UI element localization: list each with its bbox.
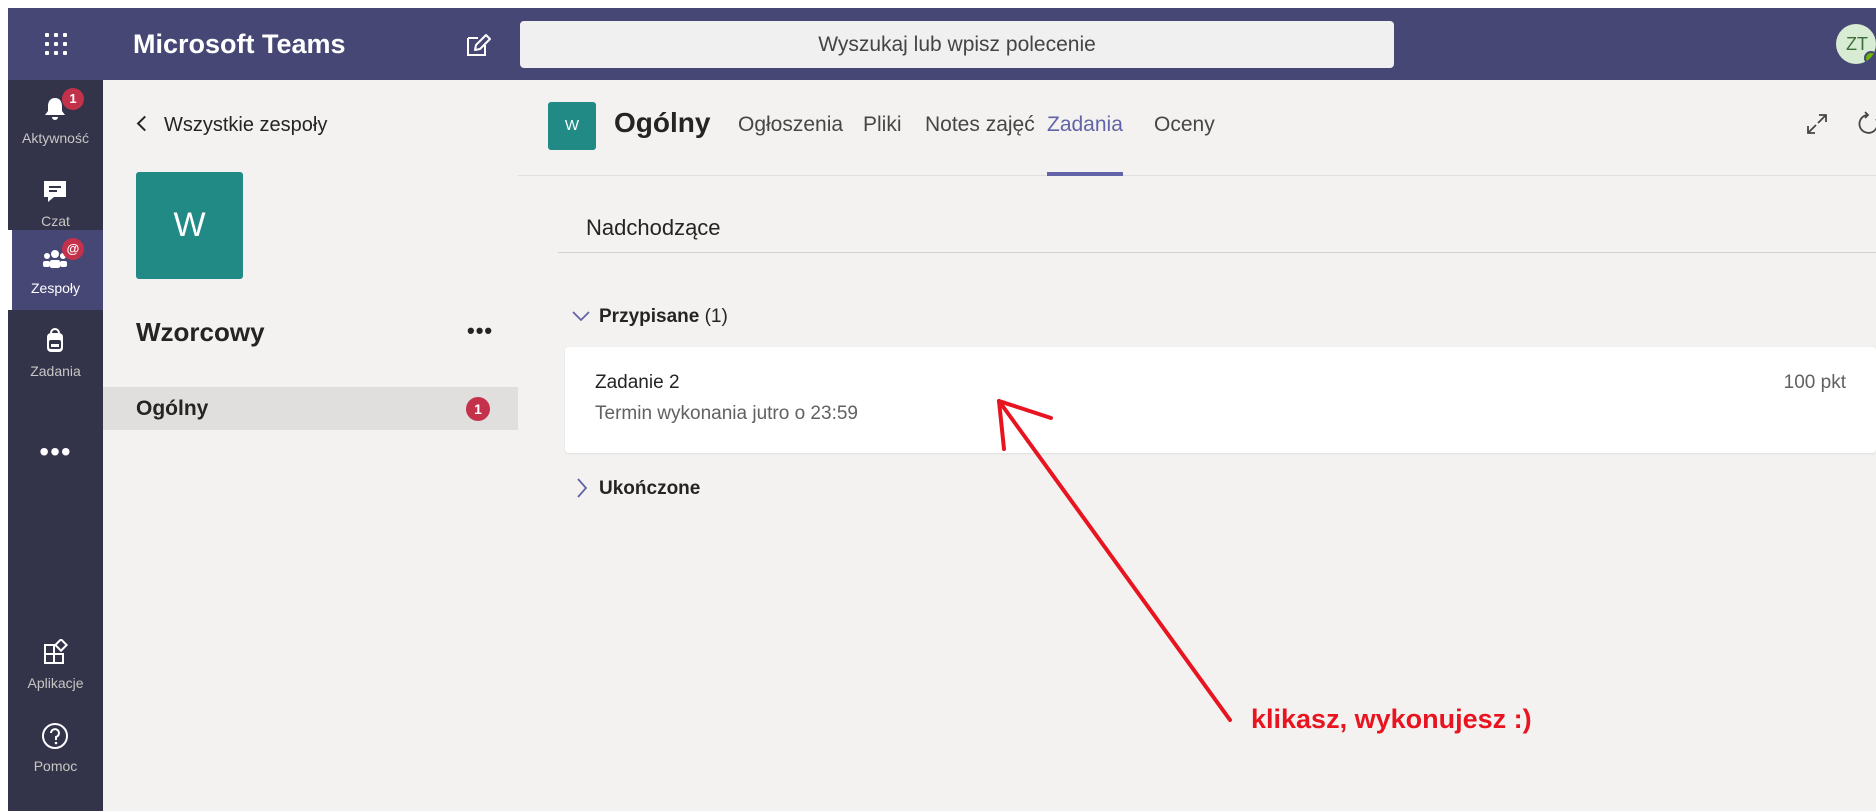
rail-item-activity[interactable]: 1 Aktywność: [8, 80, 103, 160]
rail-item-teams[interactable]: @ Zespoły: [8, 230, 103, 310]
rail-item-assignments[interactable]: Zadania: [8, 313, 103, 393]
rail-label: Pomoc: [33, 758, 78, 774]
channel-title: Ogólny: [614, 107, 711, 138]
assignment-card[interactable]: Zadanie 2 Termin wykonania jutro o 23:59…: [565, 347, 1876, 453]
unread-badge: 1: [466, 397, 490, 421]
app-rail: 1 Aktywność Czat @ Zespoły Zadania ••• A…: [8, 80, 103, 811]
main-content: W Ogólny Ogłoszenia Pliki Notes zajęć Za…: [518, 80, 1876, 811]
app-title: Microsoft Teams: [133, 29, 346, 59]
rail-label: Zespoły: [30, 280, 81, 296]
new-chat-icon[interactable]: [463, 30, 493, 60]
rail-label: Zadania: [30, 363, 81, 379]
teams-window: Microsoft Teams Wyszukaj lub wpisz polec…: [8, 8, 1876, 811]
team-avatar: W: [136, 172, 243, 279]
assigned-count: (1): [704, 306, 728, 327]
chat-icon: [44, 181, 66, 202]
tab-class-notebook[interactable]: Notes zajęć: [925, 113, 1035, 137]
activity-badge: 1: [62, 88, 84, 110]
chevron-down-icon: [572, 311, 590, 322]
presence-available-icon: [1864, 51, 1876, 64]
more-apps-icon[interactable]: •••: [8, 438, 103, 482]
channel-name: Ogólny: [136, 397, 209, 420]
team-more-options-icon[interactable]: •••: [467, 318, 493, 344]
rail-item-help[interactable]: Pomoc: [8, 708, 103, 788]
assignment-points: 100 pkt: [1783, 372, 1846, 393]
avatar[interactable]: ZT: [1836, 24, 1876, 64]
tab-files[interactable]: Pliki: [863, 113, 902, 137]
tab-grades[interactable]: Oceny: [1154, 113, 1215, 137]
annotation-text: klikasz, wykonujesz :): [1251, 704, 1532, 734]
assigned-section-toggle[interactable]: Przypisane (1): [572, 306, 728, 328]
tab-assignments[interactable]: Zadania: [1047, 113, 1123, 137]
assignment-due: Termin wykonania jutro o 23:59: [595, 403, 858, 424]
chevron-right-icon: [577, 478, 588, 498]
completed-section-toggle[interactable]: Ukończone: [573, 478, 700, 500]
tab-posts[interactable]: Ogłoszenia: [738, 113, 843, 137]
search-input[interactable]: Wyszukaj lub wpisz polecenie: [520, 21, 1394, 68]
upcoming-heading: Nadchodzące: [586, 215, 721, 240]
back-label: Wszystkie zespoły: [164, 114, 328, 136]
channel-item-general[interactable]: Ogólny 1: [103, 387, 518, 430]
mention-badge: @: [62, 238, 84, 260]
channel-header: W Ogólny Ogłoszenia Pliki Notes zajęć Za…: [518, 80, 1876, 176]
help-icon: [42, 723, 68, 749]
back-to-teams-link[interactable]: Wszystkie zespoły: [135, 110, 327, 140]
rail-label: Aplikacje: [27, 675, 84, 691]
active-tab-indicator: [1047, 172, 1123, 176]
team-name: Wzorcowy: [136, 317, 265, 347]
assigned-label: Przypisane: [599, 306, 700, 327]
rail-item-apps[interactable]: Aplikacje: [8, 625, 103, 705]
refresh-icon[interactable]: [1856, 111, 1876, 137]
rail-label: Aktywność: [22, 130, 89, 146]
avatar-initials: ZT: [1846, 34, 1868, 54]
apps-icon: [44, 639, 69, 664]
chevron-left-icon: [136, 115, 153, 132]
expand-icon[interactable]: [1804, 111, 1830, 137]
team-panel: Wszystkie zespoły W Wzorcowy ••• Ogólny …: [103, 80, 518, 811]
completed-label: Ukończone: [599, 478, 701, 499]
divider: [558, 252, 1876, 253]
channel-avatar: W: [548, 102, 596, 150]
top-bar: Microsoft Teams Wyszukaj lub wpisz polec…: [8, 8, 1876, 80]
app-launcher-icon[interactable]: [8, 8, 103, 80]
backpack-icon: [47, 328, 63, 352]
rail-label: Czat: [41, 213, 70, 229]
assignment-title: Zadanie 2: [595, 372, 680, 393]
